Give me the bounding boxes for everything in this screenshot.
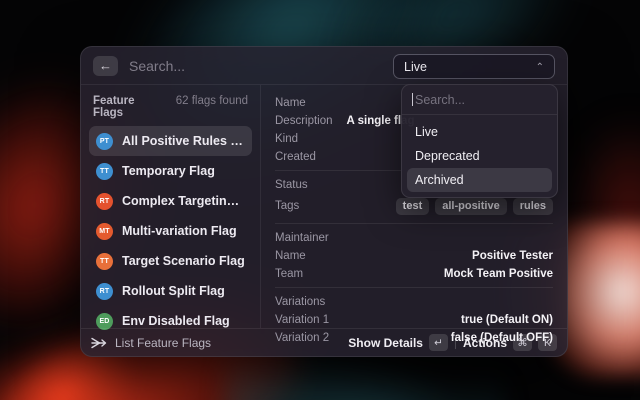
- tag-pill: rules: [512, 197, 553, 215]
- flag-label: Temporary Flag: [122, 164, 215, 178]
- footer: List Feature Flags Show Details ↵ Action…: [81, 328, 567, 356]
- dropdown-search-input[interactable]: Search...: [402, 85, 557, 115]
- footer-separator: [454, 336, 456, 349]
- divider: [275, 287, 553, 288]
- tag-pill: test: [395, 197, 430, 215]
- detail-label: Name: [275, 96, 306, 109]
- status-dropdown-panel: Search... Live Deprecated Archived: [401, 84, 558, 198]
- detail-label: Variation 1: [275, 313, 330, 326]
- command-label: List Feature Flags: [115, 335, 212, 350]
- detail-row: Name Positive Tester: [275, 247, 553, 264]
- divider: [275, 223, 553, 224]
- flag-initials-icon: PT: [96, 132, 113, 150]
- list-item[interactable]: TT Temporary Flag: [89, 156, 252, 186]
- detail-row: Team Mock Team Positive: [275, 265, 553, 282]
- flag-initials-icon: RT: [96, 192, 113, 210]
- flag-initials-icon: MT: [96, 222, 113, 240]
- tag-pill: all-positive: [435, 197, 507, 215]
- k-key-icon: K: [538, 334, 557, 351]
- flag-label: Target Scenario Flag: [122, 254, 245, 268]
- flag-initials-icon: RT: [96, 282, 113, 300]
- chevron-up-icon: ⌃: [535, 61, 544, 73]
- status-filter-value: Live: [404, 59, 427, 74]
- list-item[interactable]: RT Complex Targeting Flag: [89, 186, 252, 216]
- flag-initials-icon: TT: [96, 252, 113, 270]
- section-title: Feature Flags: [93, 95, 135, 119]
- text-cursor: [412, 93, 413, 106]
- detail-label: Tags: [275, 200, 300, 212]
- detail-row: Variations: [275, 293, 553, 310]
- detail-label: Kind: [275, 132, 299, 145]
- back-button[interactable]: ←: [93, 55, 118, 76]
- list-item[interactable]: MT Multi-variation Flag: [89, 216, 252, 246]
- detail-value: true (Default ON): [461, 313, 553, 326]
- launcher-window: ← Search... Live ⌃ Feature Flags 62 flag…: [80, 46, 568, 357]
- flag-label: Complex Targeting Flag: [122, 194, 245, 208]
- flag-label: All Positive Rules Flag: [122, 134, 245, 148]
- dropdown-option[interactable]: Live: [407, 120, 552, 144]
- search-input[interactable]: Search...: [129, 58, 185, 74]
- flag-initials-icon: ED: [96, 312, 113, 330]
- flag-label: Env Disabled Flag: [122, 314, 230, 328]
- background-art-red: [565, 115, 640, 305]
- detail-row: Variation 1 true (Default ON): [275, 311, 553, 328]
- dropdown-options: Live Deprecated Archived: [402, 115, 557, 197]
- detail-value: Positive Tester: [472, 249, 553, 262]
- detail-label: Team: [275, 267, 304, 280]
- list-section-header: Feature Flags 62 flags found: [89, 91, 252, 126]
- detail-label: Status: [275, 178, 308, 191]
- detail-label: Name: [275, 249, 306, 262]
- flag-initials-icon: TT: [96, 162, 113, 180]
- flag-label: Multi-variation Flag: [122, 224, 237, 238]
- return-key-icon: ↵: [428, 334, 448, 351]
- flag-list-panel: Feature Flags 62 flags found PT All Posit…: [81, 85, 261, 330]
- detail-label: Variations: [275, 295, 326, 308]
- flag-label: Rollout Split Flag: [122, 284, 225, 298]
- detail-label: Description: [275, 114, 333, 127]
- command-arrow-icon: [91, 337, 107, 348]
- status-filter-select[interactable]: Live ⌃: [393, 54, 555, 79]
- header: ← Search... Live ⌃: [81, 47, 567, 85]
- footer-actions: Show Details ↵ Actions ⌘ K: [348, 334, 557, 351]
- cmd-key-icon: ⌘: [513, 334, 532, 351]
- detail-label: Created: [275, 150, 316, 163]
- dropdown-option[interactable]: Deprecated: [407, 144, 552, 168]
- flag-list: PT All Positive Rules Flag TT Temporary Fla…: [89, 126, 252, 336]
- dropdown-search-placeholder: Search...: [415, 92, 466, 107]
- actions-button[interactable]: Actions ⌘ K: [463, 334, 557, 351]
- list-item[interactable]: TT Target Scenario Flag: [89, 246, 252, 276]
- tag-list: test all-positive rules: [395, 197, 553, 215]
- actions-label: Actions: [462, 335, 507, 350]
- list-item[interactable]: RT Rollout Split Flag: [89, 276, 252, 306]
- detail-label: Maintainer: [275, 231, 329, 244]
- list-item[interactable]: PT All Positive Rules Flag: [89, 126, 252, 156]
- dropdown-option[interactable]: Archived: [407, 168, 552, 192]
- detail-row: Maintainer: [275, 229, 553, 246]
- back-arrow-icon: ←: [99, 57, 112, 73]
- show-details-label: Show Details: [348, 335, 423, 350]
- detail-value: Mock Team Positive: [443, 267, 553, 280]
- section-count: 62 flags found: [175, 95, 249, 107]
- show-details-button[interactable]: Show Details ↵: [348, 334, 448, 351]
